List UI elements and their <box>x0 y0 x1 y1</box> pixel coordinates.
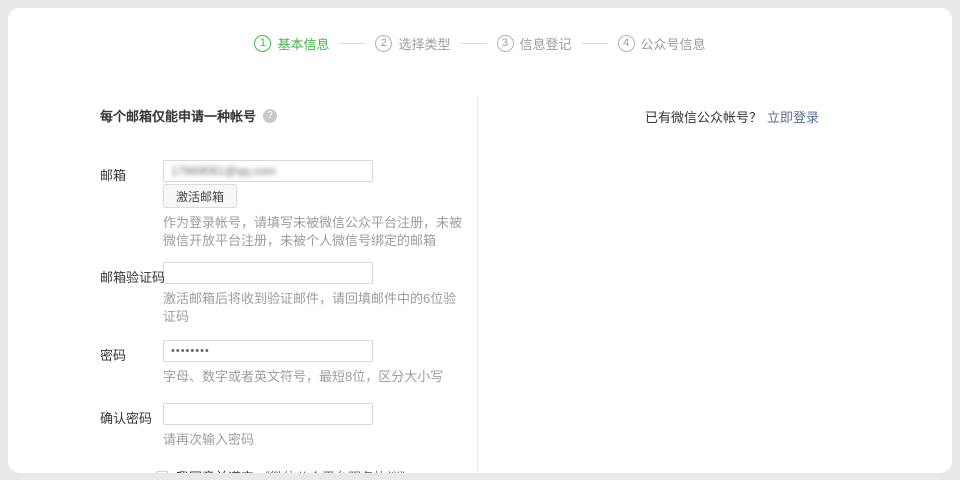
registration-stepper: 1 基本信息 2 选择类型 3 信息登记 4 公众号信息 <box>8 34 952 53</box>
email-code-label: 邮箱验证码 <box>100 267 165 286</box>
activate-email-button[interactable]: 激活邮箱 <box>163 184 237 208</box>
email-code-row: 邮箱验证码 激活邮箱后将收到验证邮件，请回填邮件中的6位验证码 <box>100 262 440 326</box>
email-row: 邮箱 17669081@qq.com 激活邮箱 作为登录帐号，请填写未被微信公众… <box>100 160 440 250</box>
login-prompt: 已有微信公众帐号？ <box>645 110 762 125</box>
login-now-link[interactable]: 立即登录 <box>767 110 819 125</box>
notice-text: 每个邮箱仅能申请一种帐号 <box>100 106 256 125</box>
step-info-registration: 3 信息登记 <box>497 34 572 53</box>
step-1-label: 基本信息 <box>277 34 329 53</box>
step-3-label: 信息登记 <box>520 34 572 53</box>
password-input[interactable] <box>163 340 373 362</box>
confirm-password-row: 确认密码 请再次输入密码 <box>100 403 440 449</box>
form-notice: 每个邮箱仅能申请一种帐号 ? <box>100 106 277 125</box>
step-4-label: 公众号信息 <box>641 34 706 53</box>
email-input[interactable]: 17669081@qq.com <box>163 160 373 182</box>
step-4-circle-icon: 4 <box>618 35 635 52</box>
existing-account-login: 已有微信公众帐号？ 立即登录 <box>645 107 819 126</box>
step-2-label: 选择类型 <box>398 34 450 53</box>
agreement-row: 我同意并遵守 《微信公众平台服务协议》 <box>156 467 413 473</box>
step-basic-info: 1 基本信息 <box>254 34 329 53</box>
email-code-input[interactable] <box>163 262 373 284</box>
email-redacted-value: 17669081@qq.com <box>171 164 276 178</box>
email-label: 邮箱 <box>100 165 126 184</box>
service-agreement-link[interactable]: 《微信公众平台服务协议》 <box>257 467 413 473</box>
confirm-password-label: 确认密码 <box>100 408 152 427</box>
email-code-hint: 激活邮箱后将收到验证邮件，请回填邮件中的6位验证码 <box>163 290 469 326</box>
help-question-icon[interactable]: ? <box>263 109 277 123</box>
confirm-password-input[interactable] <box>163 403 373 425</box>
step-2-circle-icon: 2 <box>375 35 392 52</box>
step-account-type: 2 选择类型 <box>375 34 450 53</box>
step-separator <box>461 43 487 44</box>
password-label: 密码 <box>100 345 126 364</box>
step-separator <box>339 43 365 44</box>
password-row: 密码 字母、数字或者英文符号，最短8位，区分大小写 <box>100 340 440 386</box>
register-card: 1 基本信息 2 选择类型 3 信息登记 4 公众号信息 每个邮箱仅能申请一种帐… <box>8 8 952 473</box>
agreement-text: 我同意并遵守 <box>176 467 254 473</box>
step-separator <box>582 43 608 44</box>
password-hint: 字母、数字或者英文符号，最短8位，区分大小写 <box>163 368 469 386</box>
step-1-circle-icon: 1 <box>254 35 271 52</box>
email-hint: 作为登录帐号，请填写未被微信公众平台注册，未被微信开放平台注册，未被个人微信号绑… <box>163 214 469 250</box>
confirm-password-hint: 请再次输入密码 <box>163 431 469 449</box>
step-account-info: 4 公众号信息 <box>618 34 706 53</box>
column-divider <box>477 96 478 473</box>
step-3-circle-icon: 3 <box>497 35 514 52</box>
agreement-checkbox[interactable] <box>156 471 168 474</box>
